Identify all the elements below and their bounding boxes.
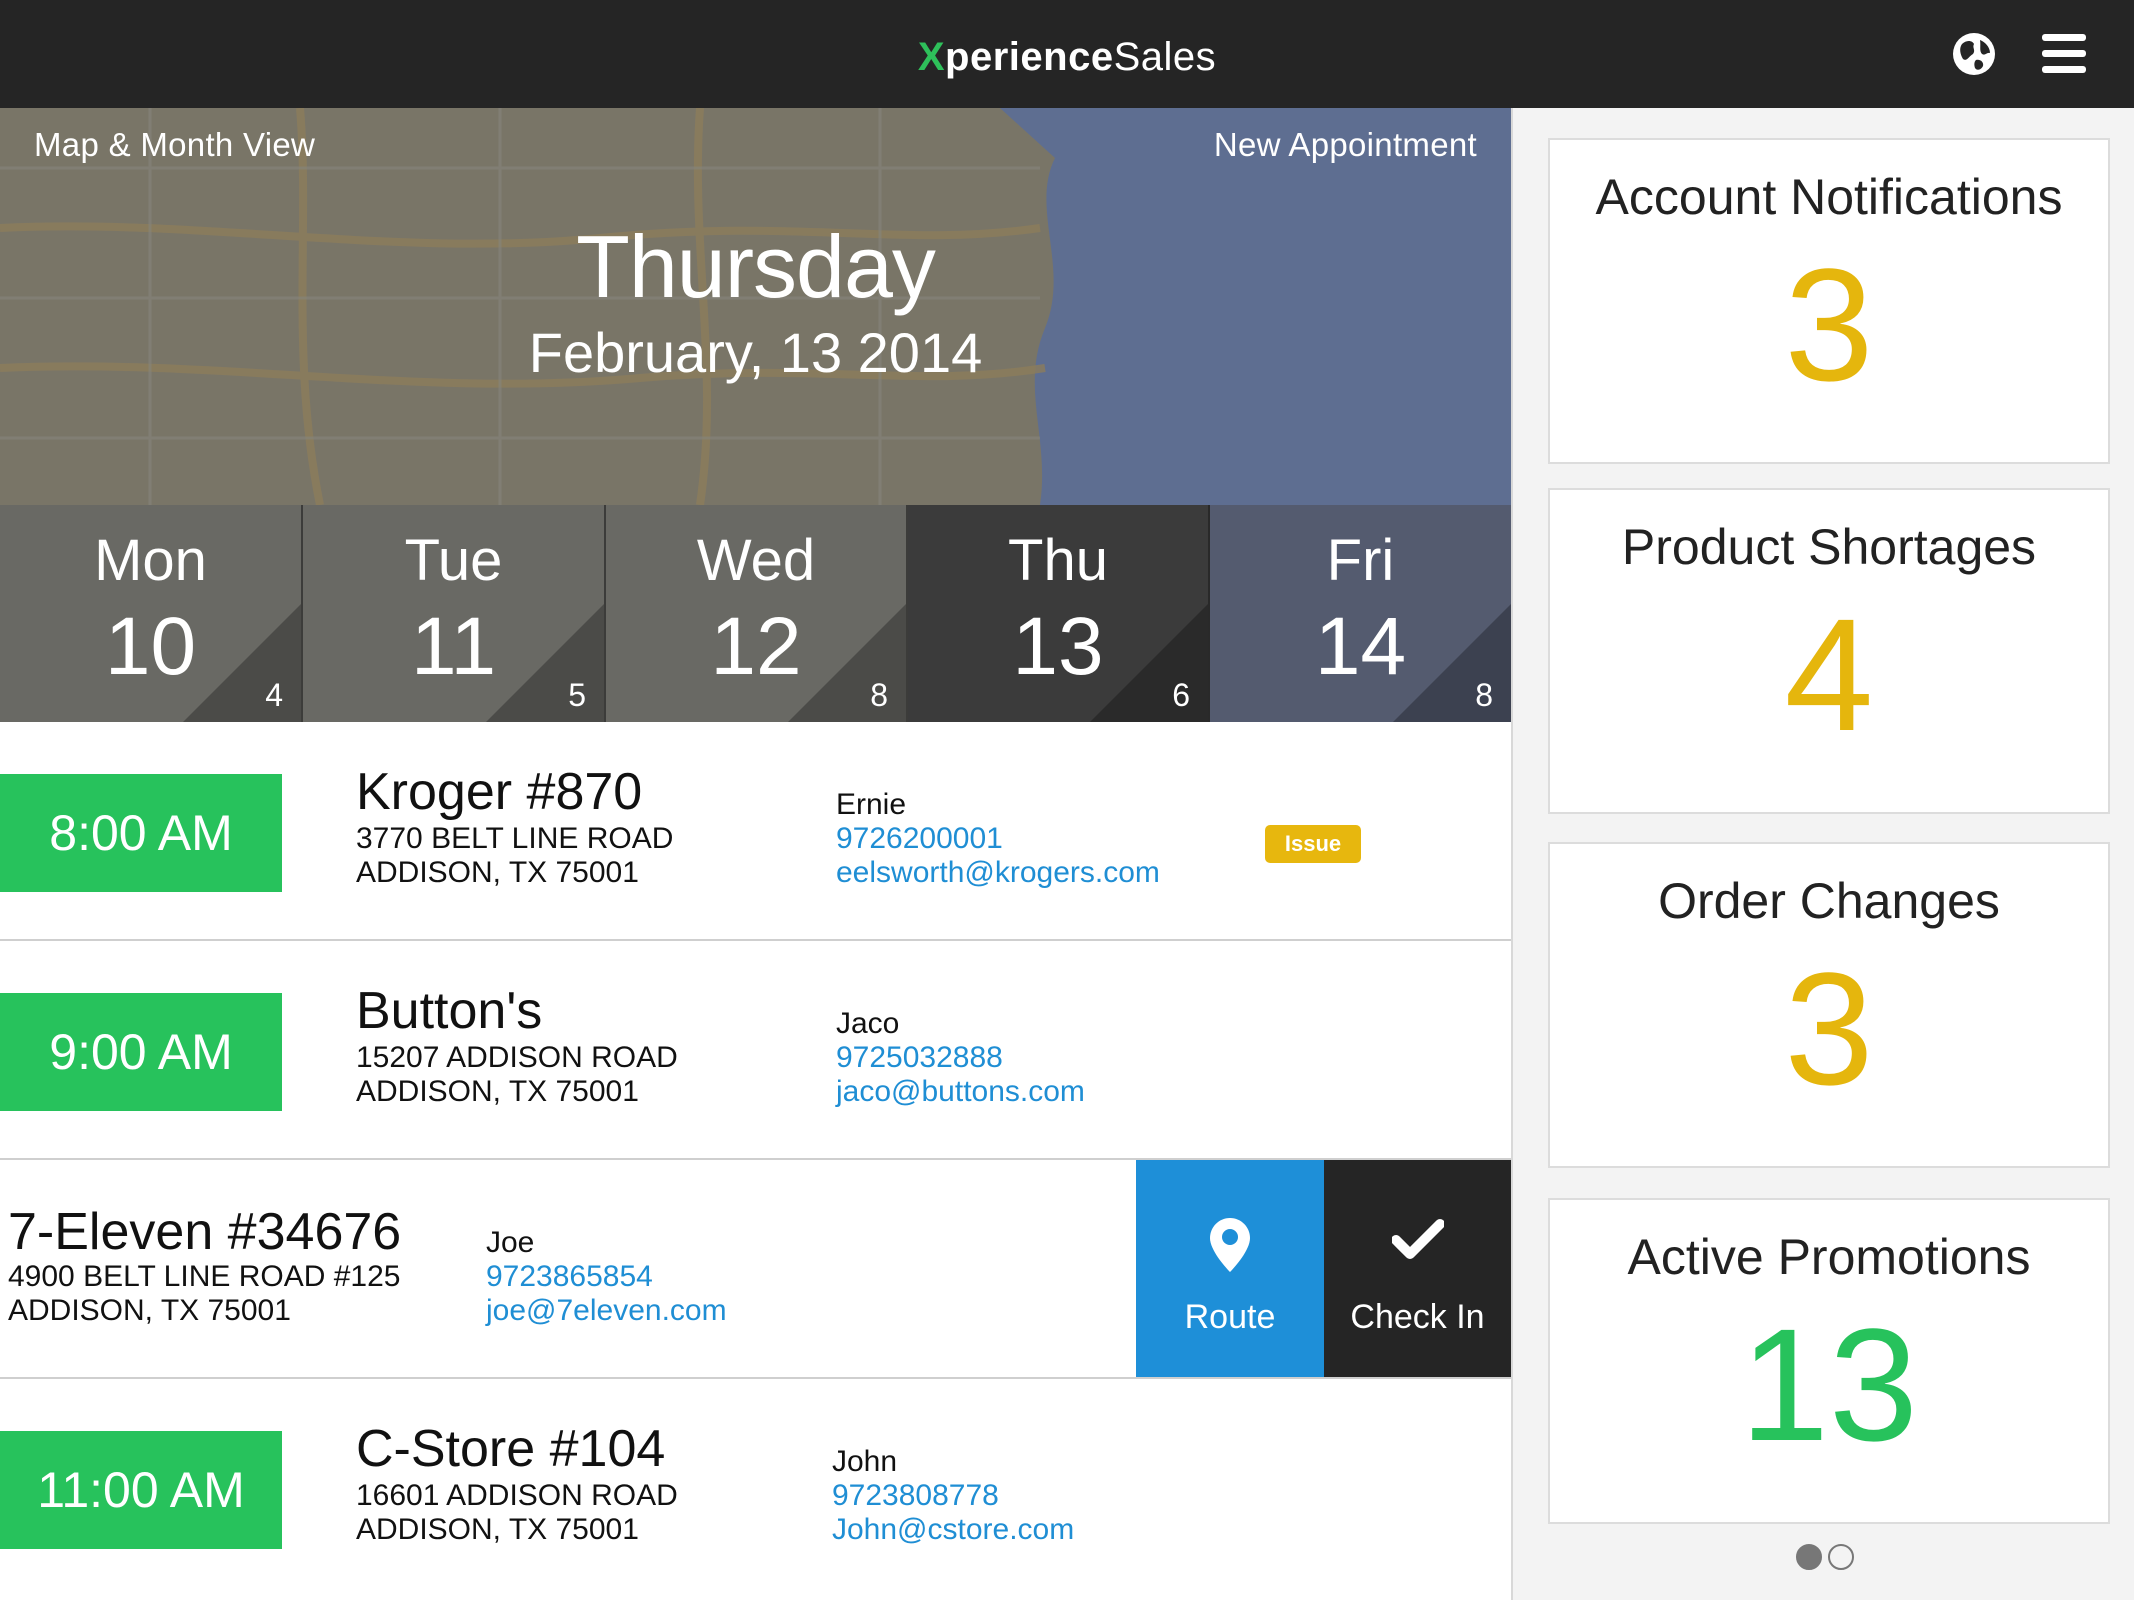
appointment-row[interactable]: 11:00 AM C-Store #104 16601 ADDISON ROAD…: [0, 1379, 1511, 1598]
contact-email-link[interactable]: eelsworth@krogers.com: [836, 856, 1160, 890]
contact-name: Jaco: [836, 1007, 900, 1040]
card-product-shortages[interactable]: Product Shortages 4: [1548, 488, 2110, 814]
contact-name: Joe: [486, 1226, 535, 1259]
store-name: Button's: [356, 982, 543, 1040]
contact-email-link[interactable]: joe@7eleven.com: [486, 1294, 727, 1328]
appointment-row[interactable]: 9:00 AM Button's 15207 ADDISON ROAD ADDI…: [0, 941, 1511, 1160]
brand-x: X: [917, 35, 946, 79]
appointment-count: 8: [1475, 677, 1493, 713]
card-count: 3: [1784, 235, 1874, 414]
appointment-time[interactable]: 8:00 AM: [0, 774, 282, 892]
card-title: Active Promotions: [1627, 1229, 2031, 1285]
day-hero: Map & Month View New Appointment Thursda…: [0, 108, 1511, 505]
contact-phone-link[interactable]: 9725032888: [836, 1041, 1003, 1075]
address-line-2: ADDISON, TX 75001: [356, 1075, 639, 1108]
app-brand: XperienceSales: [0, 0, 2134, 108]
store-name: Kroger #870: [356, 763, 643, 821]
address-line-2: ADDISON, TX 75001: [8, 1294, 291, 1327]
address-line-1: 4900 BELT LINE ROAD #125: [8, 1260, 401, 1293]
card-active-promotions[interactable]: Active Promotions 13: [1548, 1198, 2110, 1524]
route-button[interactable]: Route: [1136, 1160, 1324, 1377]
appointment-row-swiped[interactable]: 7-Eleven #34676 4900 BELT LINE ROAD #125…: [0, 1160, 1511, 1379]
contact-phone-link[interactable]: 9726200001: [836, 822, 1003, 856]
contact-phone-link[interactable]: 9723865854: [486, 1260, 653, 1294]
card-order-changes[interactable]: Order Changes 3: [1548, 842, 2110, 1168]
day-name: Fri: [1326, 528, 1395, 593]
route-label: Route: [1184, 1298, 1276, 1336]
day-name: Mon: [94, 528, 207, 593]
appointment-count: 8: [870, 677, 888, 713]
appointment-time[interactable]: 11:00 AM: [0, 1431, 282, 1549]
day-name: Wed: [696, 528, 816, 593]
count-corner: [486, 604, 604, 722]
new-appointment-link[interactable]: New Appointment: [1214, 126, 1477, 164]
issue-badge[interactable]: Issue: [1265, 825, 1361, 863]
store-name: 7-Eleven #34676: [8, 1203, 402, 1261]
contact-email-link[interactable]: John@cstore.com: [832, 1513, 1074, 1547]
map-month-view-link[interactable]: Map & Month View: [34, 126, 315, 164]
count-corner: [183, 604, 301, 722]
appointment-row[interactable]: 8:00 AM Kroger #870 3770 BELT LINE ROAD …: [0, 722, 1511, 941]
summary-panel: Account Notifications 3 Product Shortage…: [1511, 108, 2134, 1600]
top-bar: XperienceSales: [0, 0, 2134, 108]
card-title: Account Notifications: [1595, 169, 2063, 225]
count-corner: [1090, 604, 1208, 722]
card-account-notifications[interactable]: Account Notifications 3: [1548, 138, 2110, 464]
appointment-list: 8:00 AM Kroger #870 3770 BELT LINE ROAD …: [0, 722, 1511, 1600]
address-line-2: ADDISON, TX 75001: [356, 1513, 639, 1546]
day-tab-mon[interactable]: Mon 10 4: [0, 505, 303, 722]
address-line-1: 15207 ADDISON ROAD: [356, 1041, 678, 1074]
map-pin-icon: [1210, 1218, 1250, 1272]
day-name: Tue: [404, 528, 503, 593]
selected-day-name: Thursday: [576, 217, 936, 316]
day-name: Thu: [1008, 528, 1108, 593]
card-count: 3: [1784, 939, 1874, 1118]
page-dot-2[interactable]: [1828, 1544, 1854, 1570]
checkmark-icon: [1391, 1219, 1444, 1259]
selected-date: February, 13 2014: [528, 321, 983, 384]
day-tab-wed[interactable]: Wed 12 8: [606, 505, 908, 722]
check-in-button[interactable]: Check In: [1324, 1160, 1511, 1377]
hamburger-menu-icon[interactable]: [2042, 34, 2086, 74]
page-indicator: [1796, 1544, 1860, 1575]
contact-name: Ernie: [836, 788, 907, 821]
day-tab-tue[interactable]: Tue 11 5: [303, 505, 606, 722]
address-line-2: ADDISON, TX 75001: [356, 856, 639, 889]
card-count: 4: [1784, 585, 1874, 764]
week-strip: Mon 10 4 Tue 11 5 Wed 12 8 Thu 13 6 Fri …: [0, 505, 1511, 722]
day-tab-fri[interactable]: Fri 14 8: [1210, 505, 1511, 722]
address-line-1: 3770 BELT LINE ROAD: [356, 822, 674, 855]
appointment-time[interactable]: 9:00 AM: [0, 993, 282, 1111]
card-title: Order Changes: [1658, 873, 2000, 929]
contact-phone-link[interactable]: 9723808778: [832, 1479, 999, 1513]
menu-line: [2042, 66, 2086, 73]
page-dot-1[interactable]: [1796, 1544, 1822, 1570]
menu-line: [2042, 50, 2086, 57]
store-name: C-Store #104: [356, 1420, 666, 1478]
day-tab-thu[interactable]: Thu 13 6: [908, 505, 1210, 722]
appointment-count: 6: [1172, 677, 1190, 713]
menu-line: [2042, 34, 2086, 41]
contact-email-link[interactable]: jaco@buttons.com: [836, 1075, 1085, 1109]
card-count: 13: [1740, 1295, 1918, 1474]
brand-name-light: Sales: [1113, 35, 1217, 79]
contact-name: John: [832, 1445, 898, 1478]
count-corner: [788, 604, 906, 722]
address-line-1: 16601 ADDISON ROAD: [356, 1479, 678, 1512]
globe-icon[interactable]: [1952, 32, 1996, 76]
brand-name-bold: perience: [945, 35, 1114, 79]
check-in-label: Check In: [1350, 1298, 1485, 1336]
appointment-count: 4: [265, 677, 283, 713]
appointment-count: 5: [568, 677, 586, 713]
count-corner: [1393, 604, 1511, 722]
card-title: Product Shortages: [1621, 519, 2037, 575]
